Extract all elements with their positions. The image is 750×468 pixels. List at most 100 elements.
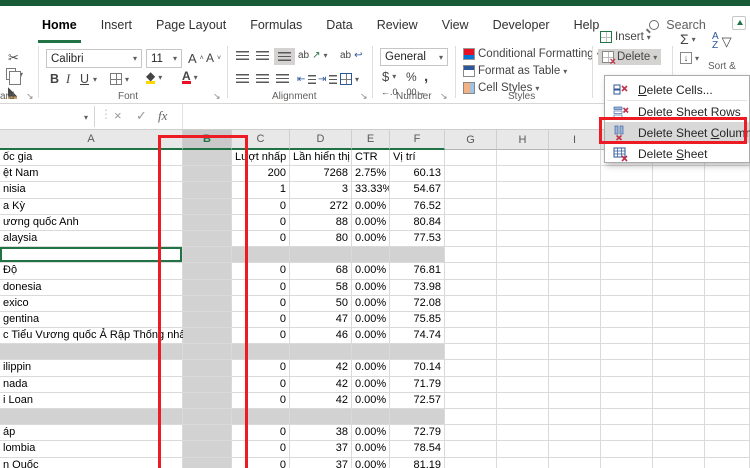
cell-x15[interactable] bbox=[601, 376, 653, 393]
cell-F7[interactable] bbox=[390, 247, 445, 264]
cell-H1[interactable] bbox=[497, 150, 549, 167]
sort-filter-button[interactable]: AZ ▽ bbox=[712, 32, 732, 51]
conditional-formatting-button[interactable]: Conditional Formatting▾ bbox=[463, 48, 601, 60]
cell-F6[interactable]: 77.53 bbox=[390, 230, 445, 248]
cell-G20[interactable] bbox=[445, 457, 497, 468]
cell-C3[interactable]: 1 bbox=[232, 182, 290, 199]
cell-x3[interactable] bbox=[653, 182, 705, 199]
cell-C12[interactable]: 0 bbox=[232, 328, 290, 345]
cell-F1[interactable]: Vị trí bbox=[390, 150, 445, 167]
cell-F4[interactable]: 76.52 bbox=[390, 198, 445, 215]
cell-F11[interactable]: 75.85 bbox=[390, 311, 445, 329]
cell-H14[interactable] bbox=[497, 360, 549, 377]
tab-developer[interactable]: Developer bbox=[481, 6, 562, 44]
cell-D2[interactable]: 7268 bbox=[290, 166, 352, 183]
cell-B16[interactable] bbox=[183, 392, 232, 409]
cell-x16[interactable] bbox=[653, 392, 705, 409]
cell-E4[interactable]: 0.00% bbox=[352, 198, 390, 215]
cell-C11[interactable]: 0 bbox=[232, 311, 290, 329]
number-dialog-launcher[interactable]: ↘ bbox=[440, 91, 448, 102]
cell-G17[interactable] bbox=[445, 409, 497, 426]
cell-x3[interactable] bbox=[705, 182, 750, 199]
cell-x20[interactable] bbox=[601, 457, 653, 468]
column-header-D[interactable]: D bbox=[290, 130, 352, 150]
bold-button[interactable]: B bbox=[50, 72, 59, 86]
cell-x14[interactable] bbox=[653, 360, 705, 377]
cell-E16[interactable]: 0.00% bbox=[352, 392, 390, 409]
column-header-H[interactable]: H bbox=[497, 130, 549, 150]
cell-x10[interactable] bbox=[705, 295, 750, 312]
cell-G18[interactable] bbox=[445, 425, 497, 442]
tab-data[interactable]: Data bbox=[314, 6, 364, 44]
cell-E1[interactable]: CTR bbox=[352, 150, 390, 167]
cell-I9[interactable] bbox=[549, 279, 601, 296]
cell-A15[interactable]: nada bbox=[0, 376, 183, 393]
cell-D7[interactable] bbox=[290, 247, 352, 264]
column-header-E[interactable]: E bbox=[352, 130, 390, 150]
cell-F14[interactable]: 70.14 bbox=[390, 360, 445, 377]
cell-C8[interactable]: 0 bbox=[232, 263, 290, 280]
cell-x20[interactable] bbox=[653, 457, 705, 468]
cell-B19[interactable] bbox=[183, 441, 232, 458]
cell-x6[interactable] bbox=[705, 230, 750, 248]
cell-B15[interactable] bbox=[183, 376, 232, 393]
underline-button[interactable]: U bbox=[80, 72, 89, 86]
cell-C17[interactable] bbox=[232, 409, 290, 426]
cell-G5[interactable] bbox=[445, 214, 497, 231]
cell-H10[interactable] bbox=[497, 295, 549, 312]
column-header-B[interactable]: B bbox=[183, 130, 232, 150]
cell-D8[interactable]: 68 bbox=[290, 263, 352, 280]
cell-I13[interactable] bbox=[549, 344, 601, 361]
cell-x20[interactable] bbox=[705, 457, 750, 468]
tab-home[interactable]: Home bbox=[30, 6, 89, 44]
format-as-table-button[interactable]: Format as Table ▾ bbox=[463, 65, 567, 77]
cell-x15[interactable] bbox=[705, 376, 750, 393]
cell-D9[interactable]: 58 bbox=[290, 279, 352, 296]
cell-D5[interactable]: 88 bbox=[290, 214, 352, 231]
search-box[interactable]: Search bbox=[649, 18, 706, 32]
cell-x12[interactable] bbox=[705, 328, 750, 345]
cell-C1[interactable]: Lượt nhấp bbox=[232, 150, 290, 167]
cell-x6[interactable] bbox=[601, 230, 653, 248]
cell-x11[interactable] bbox=[705, 311, 750, 329]
column-header-A[interactable]: A bbox=[0, 130, 183, 150]
cell-A16[interactable]: i Loan bbox=[0, 392, 183, 409]
cell-F17[interactable] bbox=[390, 409, 445, 426]
cell-x3[interactable] bbox=[601, 182, 653, 199]
cell-F3[interactable]: 54.67 bbox=[390, 182, 445, 199]
cell-C15[interactable]: 0 bbox=[232, 376, 290, 393]
cell-I11[interactable] bbox=[549, 311, 601, 329]
fill-color-button[interactable]: ◆ ▾ bbox=[146, 70, 162, 84]
cell-D11[interactable]: 47 bbox=[290, 311, 352, 329]
cell-x4[interactable] bbox=[705, 198, 750, 215]
cell-H3[interactable] bbox=[497, 182, 549, 199]
cell-D6[interactable]: 80 bbox=[290, 230, 352, 248]
cell-x13[interactable] bbox=[705, 344, 750, 361]
cell-C13[interactable] bbox=[232, 344, 290, 361]
cell-E8[interactable]: 0.00% bbox=[352, 263, 390, 280]
column-header-C[interactable]: C bbox=[232, 130, 290, 150]
cell-B9[interactable] bbox=[183, 279, 232, 296]
cell-B6[interactable] bbox=[183, 230, 232, 248]
cell-F20[interactable]: 81.19 bbox=[390, 457, 445, 468]
align-top-button[interactable] bbox=[236, 51, 249, 60]
align-left-button[interactable] bbox=[236, 74, 249, 83]
cell-D12[interactable]: 46 bbox=[290, 328, 352, 345]
align-right-button[interactable] bbox=[276, 74, 289, 83]
cell-A17[interactable] bbox=[0, 409, 183, 426]
decrease-indent-button[interactable]: ⇤ bbox=[297, 74, 317, 85]
cell-E10[interactable]: 0.00% bbox=[352, 295, 390, 312]
enter-button[interactable]: ✓ bbox=[136, 108, 147, 124]
cell-x14[interactable] bbox=[705, 360, 750, 377]
cell-G2[interactable] bbox=[445, 166, 497, 183]
cell-I15[interactable] bbox=[549, 376, 601, 393]
orientation-button[interactable]: ab ↗ ▾ bbox=[298, 50, 328, 61]
menu-item-delete-sheet-columns[interactable]: Delete Sheet Columns bbox=[605, 122, 750, 143]
cell-x17[interactable] bbox=[601, 409, 653, 426]
column-header-I[interactable]: I bbox=[549, 130, 601, 150]
cell-x12[interactable] bbox=[653, 328, 705, 345]
cell-B3[interactable] bbox=[183, 182, 232, 199]
cell-x18[interactable] bbox=[601, 425, 653, 442]
cell-B20[interactable] bbox=[183, 457, 232, 468]
cell-B4[interactable] bbox=[183, 198, 232, 215]
